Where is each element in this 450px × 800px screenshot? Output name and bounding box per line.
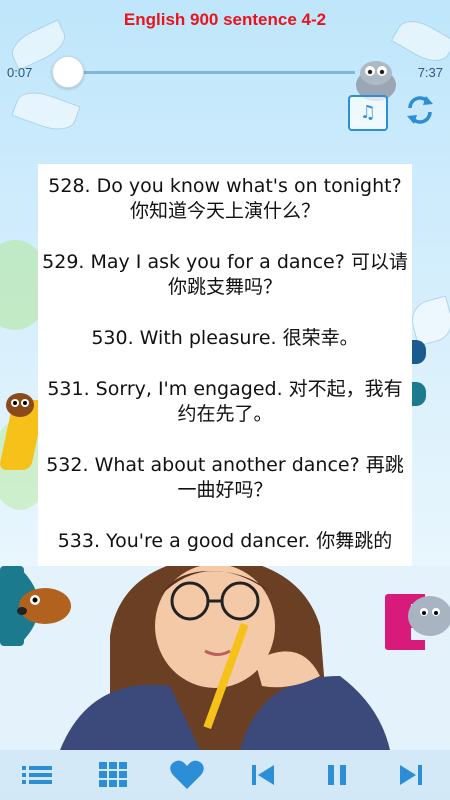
skip-previous-icon [252,765,274,785]
list-button[interactable] [12,750,62,800]
sentence-item[interactable]: 533. You're a good dancer. 你舞跳的 [42,529,408,554]
sentence-list[interactable]: 528. Do you know what's on tonight? 你知道今… [38,164,412,566]
grid-icon [99,762,127,787]
repeat-button[interactable] [402,92,438,128]
pause-icon [328,765,346,785]
leaf-decoration [11,85,81,137]
elapsed-time: 0:07 [7,65,33,80]
letter-d-decoration [410,340,426,364]
music-note-icon: ♫ [359,102,377,123]
leaf-decoration [407,295,450,347]
sentence-chinese: 你舞跳的 [316,530,393,552]
skip-next-icon [400,765,422,785]
sentence-chinese: 你知道今天上演什么？ [129,200,320,222]
sentence-chinese: 很荣幸。 [282,327,359,349]
sentence-item[interactable]: 530. With pleasure. 很荣幸。 [42,326,408,351]
sentence-english: 528. Do you know what's on tonight? [48,175,402,197]
grid-button[interactable] [88,750,138,800]
sentence-english: 529. May I ask you for a dance? [42,251,345,273]
pause-button[interactable] [312,750,362,800]
heart-icon [170,760,204,789]
total-duration: 7:37 [417,65,443,80]
sentence-item[interactable]: 531. Sorry, I'm engaged. 对不起，我有约在先了。 [42,377,408,427]
sentence-english: 530. With pleasure. [91,327,277,349]
sentence-english: 531. Sorry, I'm engaged. [47,378,283,400]
music-book-button[interactable]: ♫ [348,95,388,131]
progress-thumb[interactable] [52,56,84,88]
sentence-item[interactable]: 532. What about another dance? 再跳一曲好吗？ [42,453,408,503]
sentence-item[interactable]: 528. Do you know what's on tonight? 你知道今… [42,174,408,224]
next-button[interactable] [386,750,436,800]
illustration-scene [0,566,450,750]
letter-d-decoration [410,382,426,406]
sentence-item[interactable]: 529. May I ask you for a dance? 可以请你跳支舞吗… [42,250,408,300]
sentence-english: 533. You're a good dancer. [57,530,311,552]
ant-mascot-icon [6,393,34,417]
favorite-button[interactable] [162,750,212,800]
thinking-girl-illustration [0,566,450,750]
list-icon [22,766,52,784]
progress-track[interactable] [80,71,355,74]
previous-button[interactable] [238,750,288,800]
sentence-english: 532. What about another dance? [46,454,360,476]
bottom-toolbar [0,750,450,800]
page-title: English 900 sentence 4-2 [123,10,327,29]
